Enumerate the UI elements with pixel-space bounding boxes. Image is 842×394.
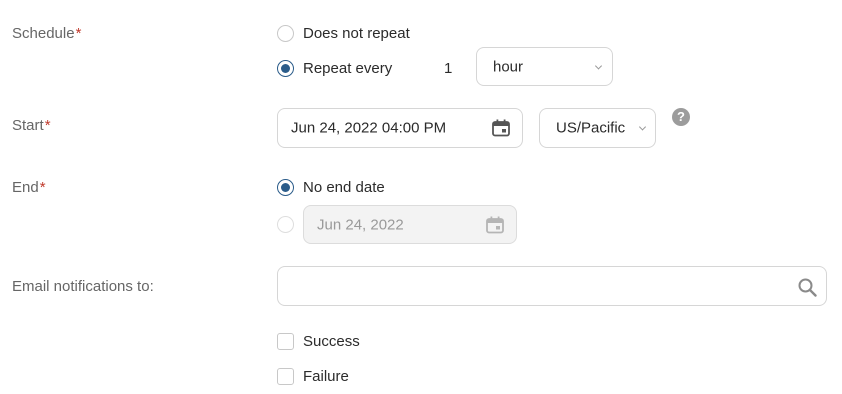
help-icon[interactable]: ?	[672, 108, 690, 126]
failure-label: Failure	[303, 368, 349, 385]
end-date-value: Jun 24, 2022	[317, 216, 404, 233]
email-notifications-label: Email notifications to:	[12, 278, 154, 295]
does-not-repeat-label: Does not repeat	[303, 25, 410, 42]
repeat-every-label: Repeat every	[303, 60, 393, 77]
end-date-input[interactable]: Jun 24, 2022	[303, 205, 517, 244]
failure-checkbox[interactable]	[277, 368, 294, 385]
no-end-date-radio[interactable]	[277, 179, 294, 196]
calendar-icon[interactable]	[492, 119, 510, 137]
chevron-down-icon	[594, 61, 603, 70]
required-marker: *	[44, 117, 51, 134]
search-icon[interactable]	[798, 278, 817, 297]
end-date-radio[interactable]	[277, 216, 294, 233]
interval-unit-value: hour	[493, 58, 524, 75]
required-marker: *	[75, 25, 82, 42]
repeat-every-radio[interactable]	[277, 60, 294, 77]
timezone-value: US/Pacific	[556, 119, 626, 137]
success-checkbox[interactable]	[277, 333, 294, 350]
start-label: Start*	[12, 117, 51, 134]
schedule-label: Schedule*	[12, 25, 82, 42]
email-notifications-input[interactable]	[277, 266, 827, 306]
timezone-select[interactable]: US/Pacific	[539, 108, 656, 148]
calendar-icon	[486, 216, 504, 233]
no-end-date-label: No end date	[303, 179, 385, 196]
chevron-down-icon	[638, 123, 647, 131]
start-datetime-value: Jun 24, 2022 04:00 PM	[291, 119, 447, 137]
end-label: End*	[12, 179, 46, 196]
repeat-interval-value[interactable]: 1	[444, 60, 452, 77]
does-not-repeat-radio[interactable]	[277, 25, 294, 42]
required-marker: *	[39, 179, 46, 196]
success-label: Success	[303, 333, 360, 350]
start-datetime-input[interactable]: Jun 24, 2022 04:00 PM	[277, 108, 523, 148]
interval-unit-select[interactable]: hour	[476, 47, 613, 86]
